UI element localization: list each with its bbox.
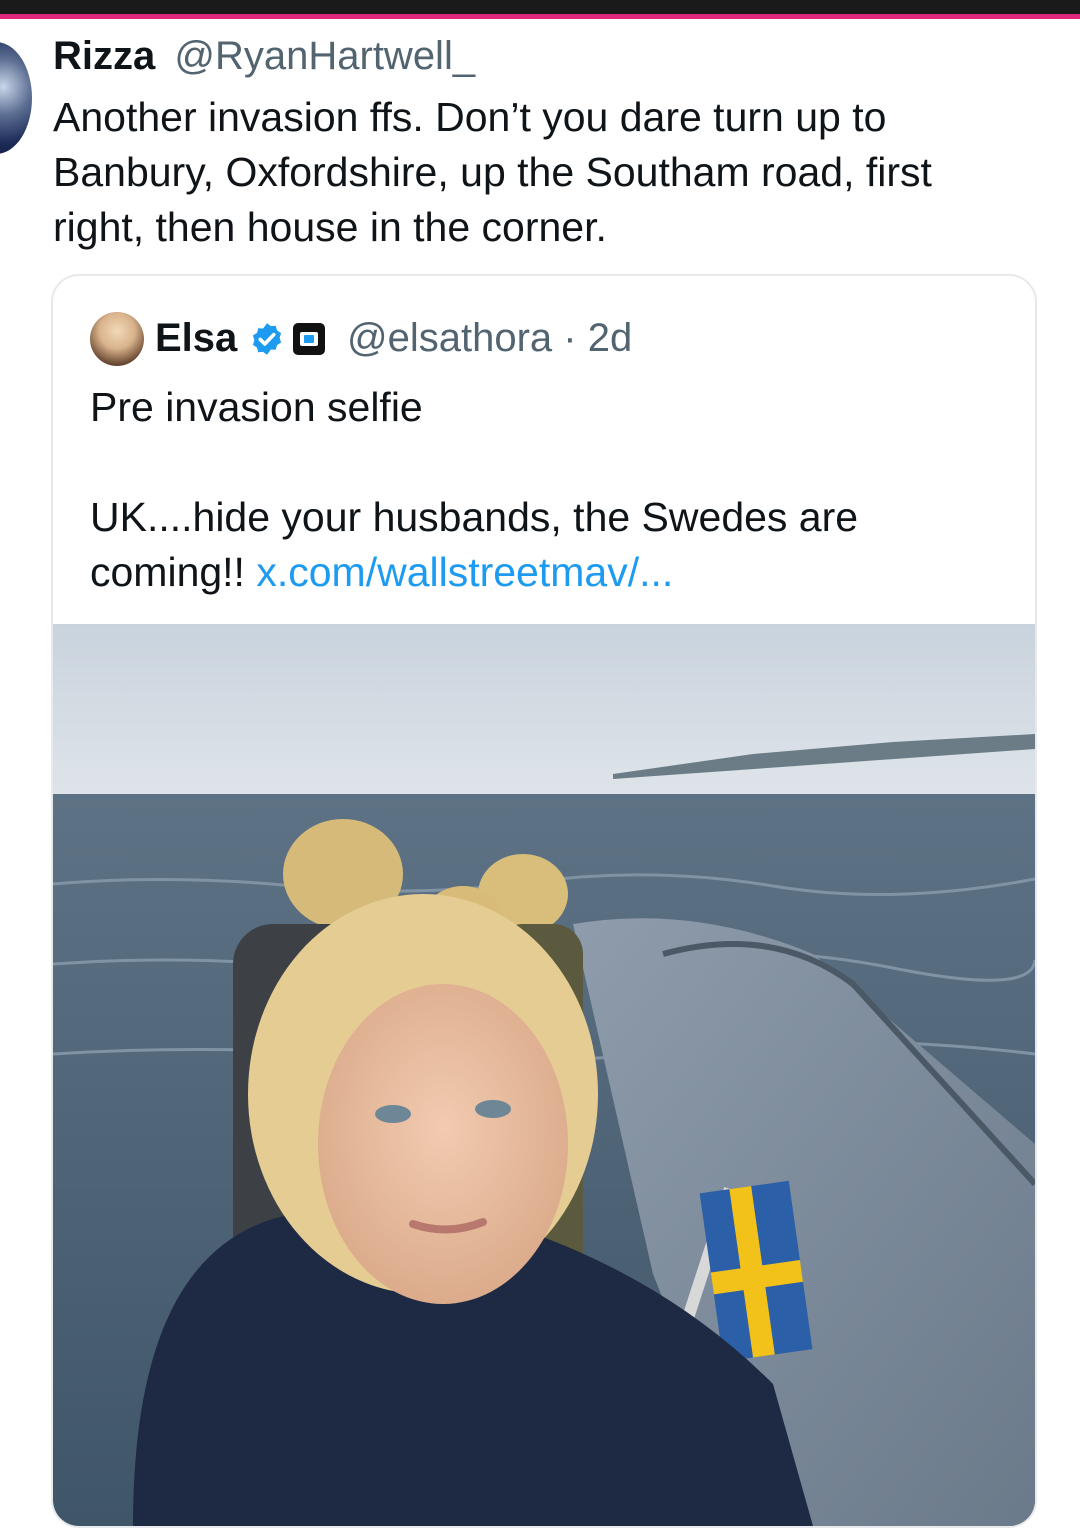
post-text-line: right, then house in the corner. bbox=[53, 204, 607, 250]
quoted-text-line: Pre invasion selfie bbox=[90, 384, 423, 430]
author-handle[interactable]: @RyanHartwell_ bbox=[174, 34, 475, 78]
top-accent-bar bbox=[0, 14, 1080, 19]
post-text: Another invasion ffs. Don’t you dare tur… bbox=[53, 90, 1053, 255]
quoted-post-photo[interactable] bbox=[53, 624, 1035, 1526]
top-status-bar bbox=[0, 0, 1080, 14]
quoted-text-line: UK....hide your husbands, the Swedes are bbox=[90, 494, 859, 540]
quoted-handle-and-time[interactable]: @elsathora · 2d bbox=[347, 316, 632, 361]
post-header: Rizza @RyanHartwell_ bbox=[53, 34, 475, 79]
author-display-name[interactable]: Rizza bbox=[53, 34, 155, 78]
post-text-line: Another invasion ffs. Don’t you dare tur… bbox=[53, 94, 887, 140]
post-text-line: Banbury, Oxfordshire, up the Southam roa… bbox=[53, 149, 932, 195]
affiliate-badge-icon bbox=[293, 323, 325, 355]
quoted-post-link[interactable]: x.com/wallstreetmav/... bbox=[256, 549, 673, 595]
verified-badge-icon bbox=[252, 323, 282, 355]
quoted-post-card[interactable]: Elsa @elsathora · 2d Pre invasion selfie… bbox=[51, 274, 1037, 1528]
quoted-author-name[interactable]: Elsa bbox=[155, 316, 237, 361]
quoted-post-text: Pre invasion selfie UK....hide your husb… bbox=[90, 380, 1020, 600]
quoted-text-fragment: coming!! bbox=[90, 549, 257, 595]
quoted-author-avatar[interactable] bbox=[90, 312, 144, 366]
quoted-text-line: coming!! x.com/wallstreetmav/... bbox=[90, 545, 1020, 600]
author-avatar[interactable] bbox=[0, 42, 32, 154]
